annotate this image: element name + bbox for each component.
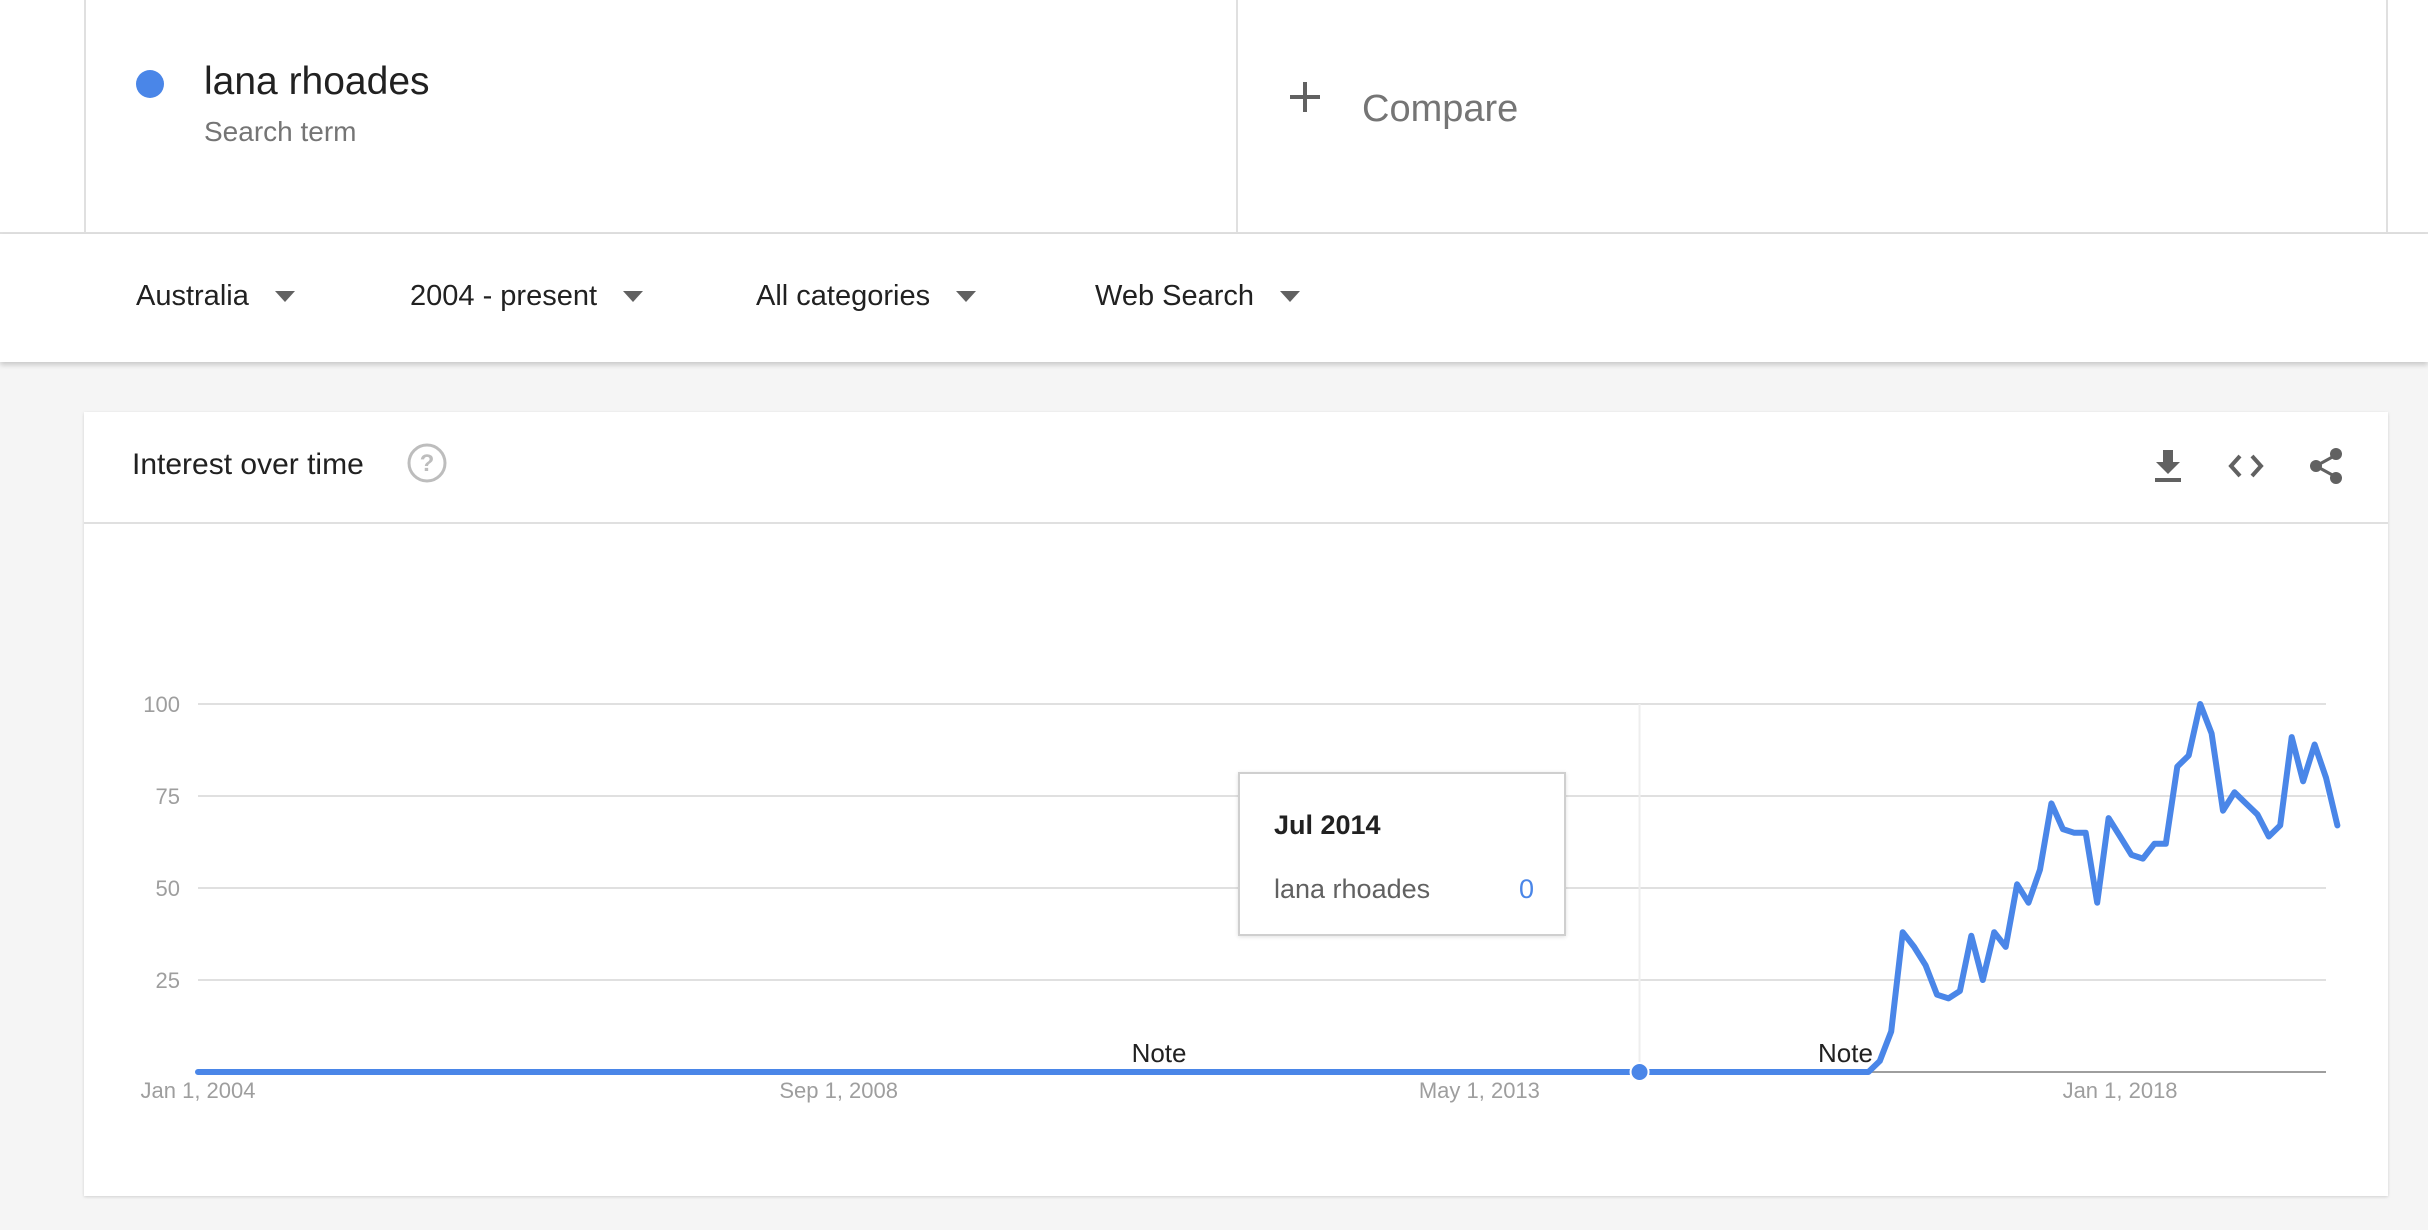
chevron-down-icon [623, 291, 644, 302]
search-term-card[interactable]: lana rhoades Search term [84, 0, 1238, 232]
note-label: Note [1818, 1038, 1873, 1068]
search-term-subtitle: Search term [204, 116, 357, 147]
y-tick-label: 25 [156, 968, 180, 993]
help-icon[interactable]: ? [406, 442, 448, 484]
chart-tooltip: Jul 2014 lana rhoades 0 [1238, 772, 1566, 936]
y-tick-label: 75 [156, 784, 180, 809]
time-range-dropdown-label: 2004 - present [410, 280, 598, 312]
tooltip-date: Jul 2014 [1274, 810, 1381, 840]
card-title: Interest over time [132, 448, 364, 481]
region-dropdown-label: Australia [136, 280, 249, 312]
x-tick-label: Jan 1, 2004 [141, 1078, 256, 1103]
y-tick-label: 50 [156, 876, 180, 901]
card-header: Interest over time ? [84, 412, 2388, 524]
x-tick-label: Sep 1, 2008 [779, 1078, 898, 1103]
search-term-name[interactable]: lana rhoades [204, 60, 430, 104]
share-icon[interactable] [2306, 446, 2346, 486]
search-type-dropdown[interactable]: Web Search [1095, 280, 1301, 313]
interest-line-chart[interactable]: 25 50 75 100 Jan 1, 2004 Sep 1, 2008 May 1, 20… [84, 524, 2388, 1196]
time-range-dropdown[interactable]: 2004 - present [410, 280, 644, 313]
chevron-down-icon [956, 291, 977, 302]
y-tick-label: 100 [143, 692, 180, 717]
hover-point [1629, 1062, 1650, 1082]
chevron-down-icon [1280, 291, 1301, 302]
compare-label[interactable]: Compare [1362, 88, 1518, 131]
series-color-dot [136, 70, 164, 98]
x-tick-label: May 1, 2013 [1419, 1078, 1540, 1103]
x-tick-label: Jan 1, 2018 [2063, 1078, 2178, 1103]
note-label: Note [1132, 1038, 1187, 1068]
chevron-down-icon [274, 291, 295, 302]
tooltip-value: 0 [1518, 874, 1534, 904]
compare-card[interactable]: Compare [1236, 0, 2388, 232]
plus-icon [1290, 82, 1320, 112]
category-dropdown-label: All categories [756, 280, 931, 312]
search-type-dropdown-label: Web Search [1095, 280, 1255, 312]
region-dropdown[interactable]: Australia [136, 280, 295, 313]
svg-text:?: ? [420, 450, 435, 477]
embed-code-icon[interactable] [2226, 446, 2266, 486]
interest-over-time-card: Interest over time ? 25 50 75 100 Jan 1, 200… [84, 412, 2388, 1196]
filter-bar: Australia 2004 - present All categories … [0, 234, 2428, 362]
category-dropdown[interactable]: All categories [756, 280, 977, 313]
download-icon[interactable] [2148, 446, 2188, 486]
tooltip-term: lana rhoades [1274, 874, 1431, 904]
search-terms-bar: lana rhoades Search term Compare [0, 0, 2428, 234]
